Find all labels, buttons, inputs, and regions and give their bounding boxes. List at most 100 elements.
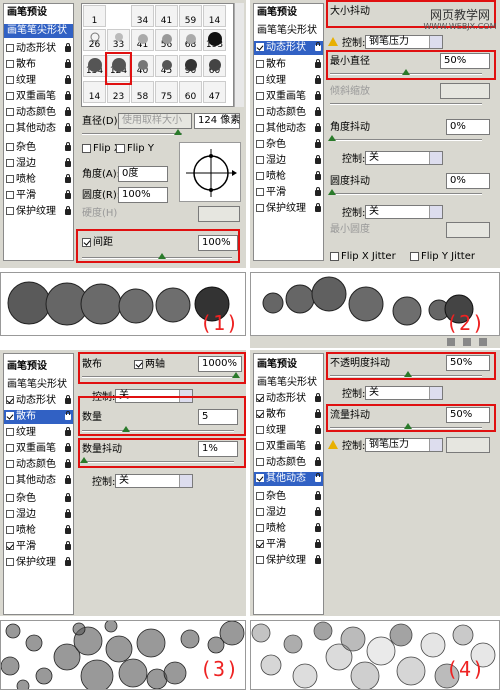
checkbox[interactable]	[256, 108, 264, 116]
sidebar-item-wet-edges[interactable]: 湿边	[256, 154, 323, 168]
lock-icon[interactable]	[315, 539, 321, 548]
checkbox[interactable]	[6, 175, 14, 183]
lock-icon[interactable]	[315, 457, 321, 466]
checkbox[interactable]	[256, 508, 264, 516]
checkbox[interactable]	[256, 156, 264, 164]
angle-field[interactable]: 0度	[118, 166, 168, 182]
checkbox[interactable]	[6, 428, 14, 436]
lock-icon[interactable]	[65, 411, 71, 420]
checkbox[interactable]	[6, 542, 14, 550]
sidebar-item-scattering[interactable]: 散布	[256, 58, 323, 72]
lock-icon[interactable]	[65, 190, 71, 199]
sidebar-item-shape-dynamics[interactable]: 动态形状	[256, 392, 323, 406]
sidebar-item-brush-presets[interactable]: 画笔预设	[257, 358, 297, 372]
angle-control-select[interactable]: 关	[365, 151, 443, 165]
checkbox[interactable]	[256, 76, 264, 84]
checkbox[interactable]	[256, 524, 264, 532]
checkbox[interactable]	[6, 412, 14, 420]
checkbox[interactable]	[256, 60, 264, 68]
lock-icon[interactable]	[65, 475, 71, 484]
checkbox[interactable]	[6, 476, 14, 484]
sidebar-item-airbrush[interactable]: 喷枪	[256, 522, 323, 536]
sidebar-item-smoothing[interactable]: 平滑	[6, 189, 73, 203]
lock-icon[interactable]	[65, 525, 71, 534]
sidebar-item-smoothing[interactable]: 平滑	[256, 186, 323, 200]
flip-y-jitter-checkbox[interactable]	[410, 252, 419, 261]
checkbox[interactable]	[256, 442, 264, 450]
sidebar-item-brush-tip-shape[interactable]: 画笔笔尖形状	[257, 376, 317, 390]
checkbox[interactable]	[6, 60, 14, 68]
sidebar-item-brush-presets[interactable]: 画笔预设	[257, 6, 297, 20]
sidebar-item-other-dynamics[interactable]: 其他动态	[6, 474, 73, 488]
sidebar-item-other-dynamics[interactable]: 其他动态	[256, 122, 323, 136]
checkbox[interactable]	[256, 426, 264, 434]
brush-tip[interactable]: 1	[83, 5, 106, 27]
flip-y-checkbox[interactable]	[116, 144, 125, 153]
brush-tip[interactable]: 41	[155, 5, 178, 27]
brush-tip[interactable]: 75	[155, 81, 178, 103]
checkbox[interactable]	[6, 526, 14, 534]
brush-tip[interactable]: 134	[83, 55, 106, 77]
checkbox[interactable]	[6, 108, 14, 116]
lock-icon[interactable]	[315, 187, 321, 196]
lock-icon[interactable]	[315, 171, 321, 180]
lock-icon[interactable]	[315, 123, 321, 132]
checkbox[interactable]	[256, 556, 264, 564]
sidebar-item-color-dynamics[interactable]: 动态颜色	[256, 106, 323, 120]
sidebar-item-color-dynamics[interactable]: 动态颜色	[6, 106, 73, 120]
brush-tip[interactable]: 60	[179, 81, 202, 103]
angle-jitter-field[interactable]: 0%	[446, 119, 490, 135]
panel-menu-icon[interactable]	[447, 338, 455, 346]
checkbox[interactable]	[6, 444, 14, 452]
hardness-field[interactable]	[198, 206, 240, 222]
lock-icon[interactable]	[315, 409, 321, 418]
brush-tip[interactable]: 193	[203, 29, 226, 51]
sidebar-item-protect-texture[interactable]: 保护纹理	[256, 202, 323, 216]
sidebar-item-dual-brush[interactable]: 双重画笔	[256, 90, 323, 104]
checkbox[interactable]	[256, 172, 264, 180]
brush-tip[interactable]: 60	[203, 55, 226, 77]
lock-icon[interactable]	[315, 393, 321, 402]
brush-tip[interactable]: 34	[131, 5, 154, 27]
lock-icon[interactable]	[315, 107, 321, 116]
brush-tip[interactable]: 14	[83, 81, 106, 103]
brush-tip[interactable]: 14	[203, 5, 226, 27]
sidebar-item-color-dynamics[interactable]: 动态颜色	[256, 456, 323, 470]
brush-tip[interactable]: 58	[131, 81, 154, 103]
brush-tip[interactable]: 45	[155, 55, 178, 77]
control-select[interactable]: 钢笔压力	[365, 35, 443, 49]
brush-tip[interactable]: 33	[107, 29, 130, 51]
diameter-field[interactable]: 124 像素	[194, 113, 240, 129]
flow-control-select[interactable]: 钢笔压力	[365, 438, 443, 452]
tilt-scale-slider[interactable]	[330, 103, 482, 105]
sidebar-item-noise[interactable]: 杂色	[6, 492, 73, 506]
sidebar-item-noise[interactable]: 杂色	[256, 490, 323, 504]
sidebar-item-airbrush[interactable]: 喷枪	[256, 170, 323, 184]
lock-icon[interactable]	[65, 43, 71, 52]
delete-icon[interactable]	[479, 338, 487, 346]
brush-grid-scrollbar[interactable]	[234, 3, 244, 107]
lock-icon[interactable]	[65, 493, 71, 502]
sidebar-item-smoothing[interactable]: 平滑	[256, 538, 323, 552]
lock-icon[interactable]	[315, 523, 321, 532]
sidebar-item-texture[interactable]: 纹理	[6, 426, 73, 440]
lock-icon[interactable]	[315, 75, 321, 84]
checkbox[interactable]	[6, 159, 14, 167]
sidebar-item-shape-dynamics[interactable]: 动态形状	[6, 394, 73, 408]
lock-icon[interactable]	[315, 555, 321, 564]
sidebar-item-wet-edges[interactable]: 湿边	[6, 157, 73, 171]
sidebar-item-brush-presets[interactable]: 画笔预设	[7, 6, 47, 20]
slider-thumb[interactable]	[174, 129, 182, 135]
checkbox[interactable]	[6, 92, 14, 100]
sidebar-item-protect-texture[interactable]: 保护纹理	[6, 205, 73, 219]
sidebar-item-brush-presets[interactable]: 画笔预设	[7, 360, 47, 374]
sidebar-item-wet-edges[interactable]: 湿边	[256, 506, 323, 520]
sidebar-item-shape-dynamics[interactable]: 动态形状	[254, 41, 323, 55]
checkbox[interactable]	[6, 191, 14, 199]
lock-icon[interactable]	[65, 557, 71, 566]
sidebar-item-texture[interactable]: 纹理	[6, 74, 73, 88]
checkbox[interactable]	[6, 510, 14, 518]
min-roundness-field[interactable]	[446, 222, 490, 238]
sidebar-item-dual-brush[interactable]: 双重画笔	[6, 442, 73, 456]
checkbox[interactable]	[256, 124, 264, 132]
